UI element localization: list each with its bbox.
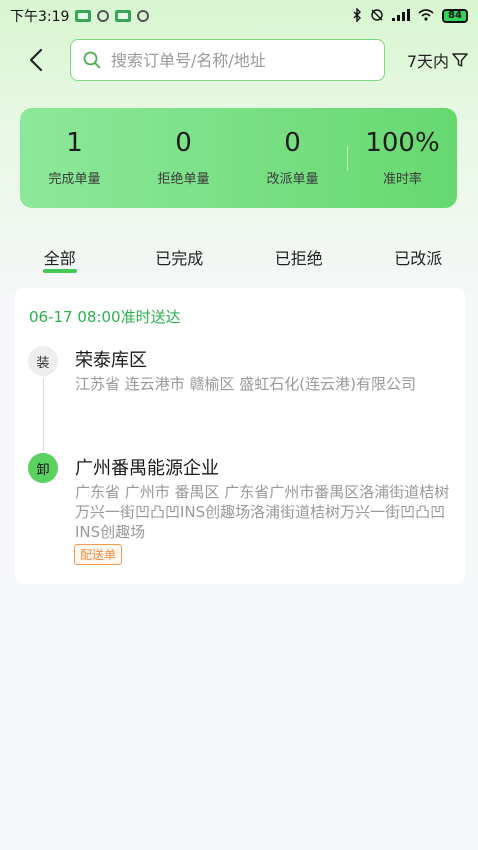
back-button[interactable] [22, 46, 50, 74]
delivery-time: 06-17 08:00准时送达 [29, 308, 181, 326]
load-location-address: 江苏省 连云港市 赣榆区 盛虹石化(连云港)有限公司 [75, 375, 417, 393]
date-filter-label: 7天内 [406, 52, 449, 71]
unload-badge: 卸 [28, 453, 58, 483]
tab-rejected[interactable]: 已拒绝 [239, 245, 359, 279]
stat-rejected: 0 拒绝单量 [129, 129, 238, 187]
stat-label: 拒绝单量 [157, 171, 210, 187]
bluetooth-icon [352, 6, 362, 25]
stat-on-time-rate: 100% 准时率 [348, 129, 457, 187]
stat-value: 0 [175, 128, 192, 159]
stat-value: 1 [66, 128, 83, 159]
chevron-left-icon [29, 48, 43, 72]
filter-icon [452, 53, 468, 67]
stat-value: 100% [365, 128, 440, 159]
wifi-icon [418, 8, 434, 24]
tab-completed[interactable]: 已完成 [120, 245, 240, 279]
order-tabs: 全部 已完成 已拒绝 已改派 [0, 245, 478, 279]
tab-all[interactable]: 全部 [0, 245, 120, 279]
circle-notification-icon [137, 10, 150, 22]
alarm-off-icon [370, 8, 384, 25]
stat-label: 改派单量 [266, 171, 319, 187]
app-notification-icon [115, 10, 132, 22]
search-icon [83, 51, 101, 69]
stat-completed: 1 完成单量 [20, 129, 129, 187]
stat-reassigned: 0 改派单量 [238, 129, 347, 187]
search-box[interactable] [70, 39, 385, 81]
stat-label: 准时率 [382, 171, 422, 187]
order-card[interactable]: 06-17 08:00准时送达 装 荣泰库区 江苏省 连云港市 赣榆区 盛虹石化… [15, 288, 465, 584]
route-line [43, 378, 44, 451]
status-time: 下午3:19 [10, 9, 70, 25]
battery-indicator: 84 [442, 9, 468, 23]
order-type-badge: 配送单 [74, 544, 123, 565]
date-filter-button[interactable]: 7天内 [407, 48, 468, 72]
unload-location-name: 广州番禺能源企业 [75, 458, 219, 479]
stat-value: 0 [284, 128, 301, 159]
stats-card: 1 完成单量 0 拒绝单量 0 改派单量 100% 准时率 [20, 108, 457, 208]
signal-icon [392, 8, 410, 24]
status-bar: 下午3:19 84 [0, 0, 478, 32]
search-input[interactable] [109, 49, 372, 71]
app-notification-icon [75, 10, 92, 22]
circle-notification-icon [97, 10, 110, 22]
tab-reassigned[interactable]: 已改派 [359, 245, 478, 279]
stat-label: 完成单量 [48, 171, 101, 187]
load-badge: 装 [28, 346, 58, 376]
load-location-name: 荣泰库区 [75, 350, 147, 371]
unload-location-address: 广东省 广州市 番禺区 广东省广州市番禺区洛浦街道桔树万兴一街凹凸凹INS创趣场… [75, 483, 450, 541]
header: 7天内 [0, 36, 478, 84]
